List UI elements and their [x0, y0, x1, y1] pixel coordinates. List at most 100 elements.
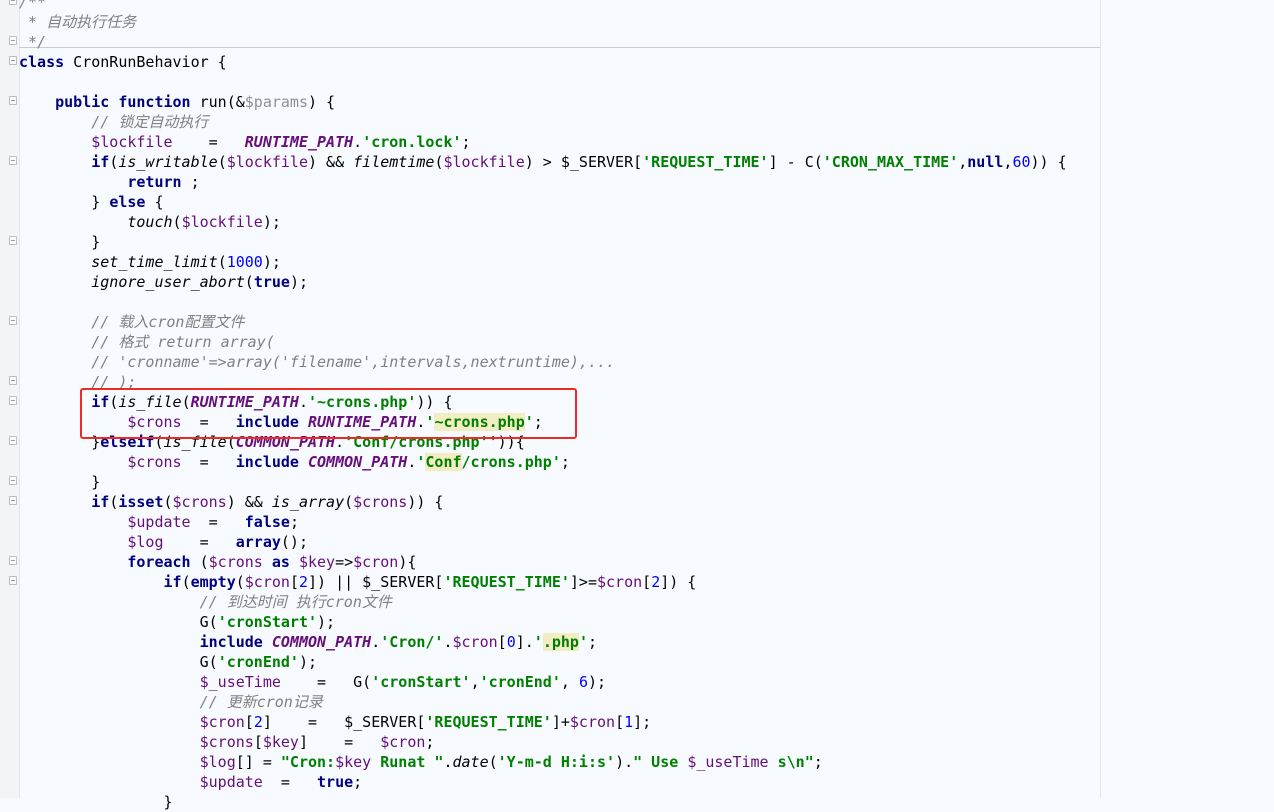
code-line[interactable]: $log = array(); — [19, 532, 1067, 552]
code-line[interactable]: class CronRunBehavior { — [19, 52, 1067, 72]
code-line[interactable]: if(isset($crons) && is_array($crons)) { — [19, 492, 1067, 512]
code-line[interactable]: // 更新cron记录 — [19, 692, 1067, 712]
code-line[interactable]: if(empty($cron[2]) || $_SERVER['REQUEST_… — [19, 572, 1067, 592]
code-token: )) { — [407, 493, 444, 511]
code-token: * 自动执行任务 — [19, 13, 137, 31]
code-line[interactable]: /** — [19, 0, 1067, 12]
code-token: ) > $_SERVER[ — [524, 153, 643, 171]
code-token: as — [271, 553, 290, 571]
code-token: ]. — [515, 633, 534, 651]
code-token: // 锁定自动执行 — [19, 113, 209, 131]
code-line[interactable]: // 到达时间 执行cron文件 — [19, 592, 1067, 612]
code-token: ( — [244, 273, 254, 291]
code-line[interactable]: $lockfile = RUNTIME_PATH.'cron.lock'; — [19, 132, 1067, 152]
code-line[interactable]: G('cronEnd'); — [19, 652, 1067, 672]
code-token: 'CRON_MAX_TIME' — [822, 153, 959, 171]
fold-marker-icon[interactable] — [9, 556, 17, 565]
code-line[interactable]: $_useTime = G('cronStart','cronEnd', 6); — [19, 672, 1067, 692]
code-line[interactable]: return ; — [19, 172, 1067, 192]
code-line[interactable]: */ — [19, 32, 1067, 52]
code-line[interactable] — [19, 72, 1067, 92]
fold-marker-icon[interactable] — [9, 156, 17, 165]
code-token: ] = $_SERVER[ — [262, 713, 426, 731]
editor-gutter — [0, 0, 20, 798]
fold-marker-icon[interactable] — [9, 236, 17, 245]
fold-marker-icon[interactable] — [9, 496, 17, 505]
code-token: ); — [262, 253, 281, 271]
code-token: ( — [172, 213, 182, 231]
code-token: ) && — [308, 153, 354, 171]
code-line[interactable]: public function run(&$params) { — [19, 92, 1067, 112]
fold-marker-icon[interactable] — [9, 0, 17, 5]
fold-marker-icon[interactable] — [9, 396, 17, 405]
code-token: , — [958, 153, 968, 171]
fold-marker-icon[interactable] — [9, 436, 17, 445]
fold-marker-icon[interactable] — [9, 36, 17, 45]
code-line[interactable]: set_time_limit(1000); — [19, 252, 1067, 272]
code-token: 1 — [624, 713, 634, 731]
code-token: $cron — [380, 733, 426, 751]
code-token: ) && — [226, 493, 272, 511]
code-token: 1000 — [226, 253, 263, 271]
code-line[interactable]: } — [19, 232, 1067, 252]
code-line[interactable]: * 自动执行任务 — [19, 12, 1067, 32]
code-token: ( — [109, 493, 119, 511]
code-line[interactable] — [19, 292, 1067, 312]
fold-marker-icon[interactable] — [9, 96, 17, 105]
code-token: ); — [262, 213, 281, 231]
code-token: foreach — [127, 553, 191, 571]
code-line[interactable]: $crons[$key] = $cron; — [19, 732, 1067, 752]
code-line[interactable]: } else { — [19, 192, 1067, 212]
code-token: */ — [19, 33, 47, 51]
code-token: is_array — [271, 493, 345, 511]
code-line[interactable]: ignore_user_abort(true); — [19, 272, 1067, 292]
code-token: 2 — [298, 573, 308, 591]
code-line[interactable]: touch($lockfile); — [19, 212, 1067, 232]
code-line[interactable]: G('cronStart'); — [19, 612, 1067, 632]
code-token: ' — [533, 633, 543, 651]
code-line[interactable]: foreach ($crons as $key=>$cron){ — [19, 552, 1067, 572]
code-token: include — [235, 453, 299, 471]
code-line[interactable]: // 格式 return array( — [19, 332, 1067, 352]
code-token: $cron — [597, 573, 643, 591]
code-token: CronRunBehavior { — [64, 53, 227, 71]
code-token: [ — [615, 713, 625, 731]
code-line[interactable]: $crons = include COMMON_PATH.'Conf/crons… — [19, 452, 1067, 472]
code-token: ( — [163, 493, 173, 511]
fold-marker-icon[interactable] — [9, 316, 17, 325]
code-token: ( — [181, 573, 191, 591]
code-line[interactable]: // 'cronname'=>array('filename',interval… — [19, 352, 1067, 372]
code-token: $log — [127, 533, 164, 551]
code-token: array — [235, 533, 281, 551]
code-token: 'cron.lock' — [362, 133, 462, 151]
code-line[interactable]: $update = false; — [19, 512, 1067, 532]
fold-marker-icon[interactable] — [9, 56, 17, 65]
code-token: } — [19, 193, 110, 211]
code-line[interactable]: // 载入cron配置文件 — [19, 312, 1067, 332]
code-line[interactable]: $log[] = "Cron:$key Runat ".date('Y-m-d … — [19, 752, 1067, 772]
code-line[interactable]: $cron[2] = $_SERVER['REQUEST_TIME']+$cro… — [19, 712, 1067, 732]
code-token: , — [470, 673, 480, 691]
code-line[interactable]: include COMMON_PATH.'Cron/'.$cron[0].'.p… — [19, 632, 1067, 652]
code-line[interactable]: $update = true; — [19, 772, 1067, 792]
fold-marker-icon[interactable] — [9, 476, 17, 485]
code-token: $cron — [199, 713, 245, 731]
code-token: $crons — [127, 453, 182, 471]
fold-marker-icon[interactable] — [9, 376, 17, 385]
code-token: s\n" — [768, 753, 814, 771]
code-token: [ — [642, 573, 652, 591]
code-token: ]>= — [569, 573, 597, 591]
code-token: ( — [235, 573, 245, 591]
code-token: isset — [118, 493, 164, 511]
code-token: ) { — [308, 93, 336, 111]
code-token: $key — [298, 553, 336, 571]
code-line[interactable]: // 锁定自动执行 — [19, 112, 1067, 132]
code-token: )) { — [1030, 153, 1067, 171]
fold-marker-icon[interactable] — [9, 576, 17, 585]
code-line[interactable]: } — [19, 792, 1067, 812]
code-line[interactable]: if(is_writable($lockfile) && filemtime($… — [19, 152, 1067, 172]
code-line[interactable]: } — [19, 472, 1067, 492]
